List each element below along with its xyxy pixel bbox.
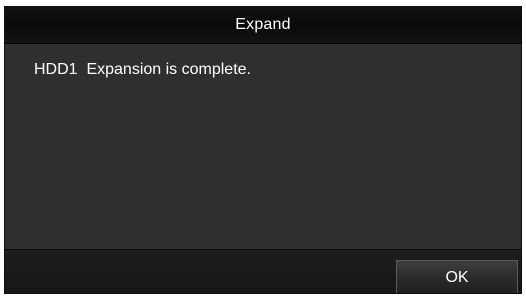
dialog-content: HDD1 Expansion is complete. xyxy=(5,44,521,249)
status-message: HDD1 Expansion is complete. xyxy=(34,61,251,78)
expand-dialog: Expand HDD1 Expansion is complete. OK xyxy=(4,6,522,294)
dialog-title: Expand xyxy=(235,16,291,33)
dialog-footer: OK xyxy=(5,249,521,293)
dialog-title-bar: Expand xyxy=(5,7,521,44)
ok-button[interactable]: OK xyxy=(396,260,518,293)
